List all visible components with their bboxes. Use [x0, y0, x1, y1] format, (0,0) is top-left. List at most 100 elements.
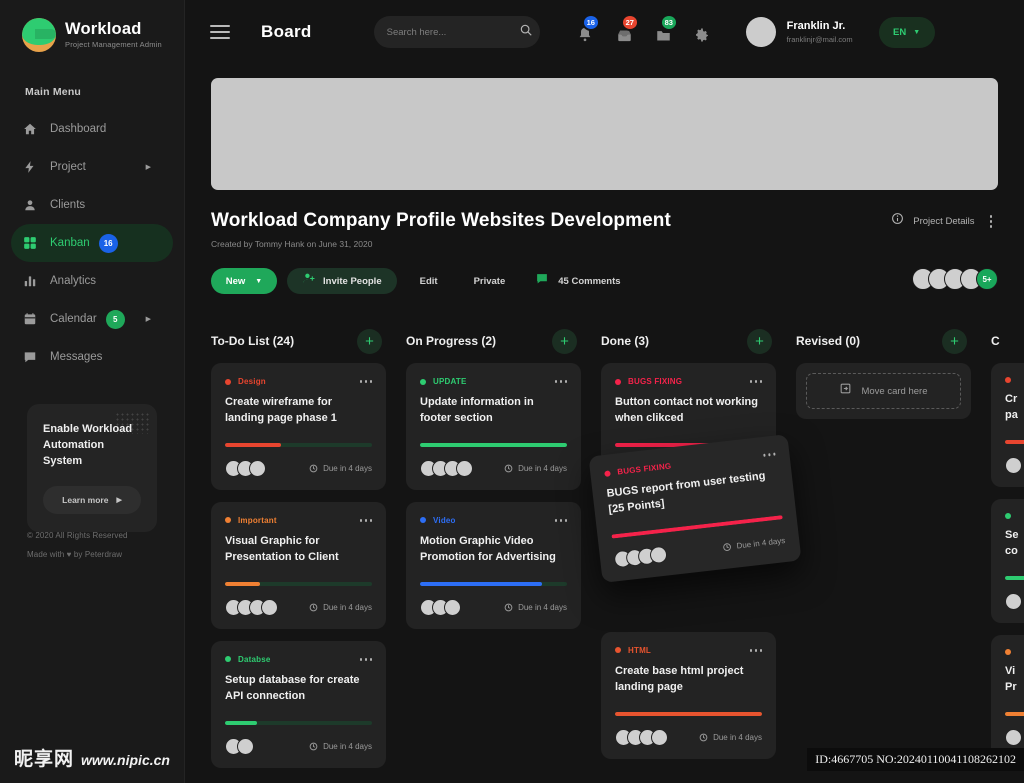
sidebar-item-messages[interactable]: Messages — [11, 338, 173, 376]
kanban-board: To-Do List (24) + Design Create wirefram… — [185, 319, 1024, 783]
avatar — [745, 17, 776, 47]
sidebar-item-kanban[interactable]: Kanban 16 — [11, 224, 173, 262]
add-card-button[interactable]: + — [747, 328, 772, 354]
project-title: Workload Company Profile Websites Develo… — [211, 210, 671, 231]
card-more-options-icon[interactable] — [744, 378, 762, 385]
chevron-right-icon: ▶ — [145, 164, 151, 171]
card-more-options-icon[interactable] — [744, 647, 762, 654]
card-title: Se co — [1005, 528, 1019, 557]
card-due: Due in 4 days — [722, 536, 786, 552]
card-more-options-icon[interactable] — [757, 451, 776, 460]
column-title: Done (3) — [601, 334, 649, 348]
grid-icon — [23, 236, 45, 250]
topbar-icons: 16 27 83 — [576, 14, 712, 43]
bell-icon[interactable]: 16 — [576, 14, 600, 43]
sidebar-item-label: Kanban — [50, 237, 90, 249]
project-subtitle: Created by Tommy Hank on June 31, 2020 — [211, 239, 373, 249]
profile-name: Franklin Jr. — [786, 20, 846, 32]
folder-icon[interactable]: 83 — [654, 14, 678, 43]
card-tag: BUGS FIXING — [616, 461, 672, 477]
new-button[interactable]: New ▼ — [211, 268, 277, 294]
dots-pattern-icon — [115, 412, 149, 434]
sidebar-item-dashboard[interactable]: Dashboard — [11, 110, 173, 148]
profile-email: franklinjr@mail.com — [786, 35, 853, 44]
add-card-button[interactable]: + — [942, 328, 967, 354]
kanban-card[interactable]: Se co — [991, 498, 1024, 623]
folder-badge: 83 — [659, 14, 678, 31]
workload-logo-icon — [22, 18, 56, 52]
info-icon[interactable] — [891, 212, 904, 230]
move-card-icon — [839, 382, 852, 400]
card-tag: BUGS FIXING — [628, 377, 683, 386]
brand-logo-block[interactable]: Workload Project Management Admin — [0, 0, 184, 52]
project-details-label[interactable]: Project Details — [913, 216, 974, 227]
tag-dot-icon — [1005, 648, 1011, 655]
invite-people-button[interactable]: Invite People — [287, 268, 397, 294]
kanban-card[interactable]: Video Motion Graphic Video Promotion for… — [406, 501, 581, 629]
kanban-card[interactable]: Design Create wireframe for landing page… — [211, 363, 386, 490]
tag-dot-icon — [604, 469, 611, 477]
kanban-card[interactable]: HTML Create base html project landing pa… — [601, 631, 776, 759]
sidebar-badge-calendar: 5 — [105, 309, 125, 329]
chat-icon — [23, 350, 45, 364]
card-tag: UPDATE — [433, 377, 467, 386]
main-content: Workload Company Profile Websites Develo… — [185, 64, 1024, 783]
kanban-card[interactable]: Databse Setup database for create API co… — [211, 640, 386, 768]
move-card-label: Move card here — [861, 385, 928, 397]
menu-toggle-button[interactable] — [210, 25, 230, 39]
add-card-button[interactable]: + — [552, 328, 577, 354]
kanban-card-dragging[interactable]: BUGS FIXING BUGS report from user testin… — [588, 434, 802, 583]
gear-icon[interactable] — [693, 21, 712, 43]
tag-dot-icon — [420, 517, 426, 524]
sidebar-footer: © 2020 All Rights Reserved Made with ♥ b… — [27, 521, 128, 559]
edit-button[interactable]: Edit — [407, 268, 451, 294]
language-label: EN — [893, 26, 907, 38]
user-profile[interactable]: Franklin Jr. franklinjr@mail.com — [745, 17, 853, 47]
tag-dot-icon — [225, 656, 231, 663]
comments-button[interactable]: 45 Comments — [535, 272, 621, 290]
kanban-card[interactable]: Cr pa — [991, 363, 1024, 487]
card-title: Setup database for create API connection — [225, 673, 360, 702]
card-more-options-icon[interactable] — [549, 378, 567, 385]
avatar-more-count[interactable]: 5+ — [976, 268, 998, 290]
language-selector[interactable]: EN ▼ — [878, 16, 935, 48]
tag-dot-icon — [420, 378, 426, 385]
kanban-card[interactable]: Vi Pr — [991, 634, 1024, 759]
card-more-options-icon[interactable] — [354, 517, 372, 524]
mail-icon[interactable]: 27 — [615, 14, 639, 43]
kanban-column-todo: To-Do List (24) + Design Create wirefram… — [211, 319, 406, 783]
search-input[interactable] — [386, 26, 519, 38]
sidebar-item-analytics[interactable]: Analytics — [11, 262, 173, 300]
private-button[interactable]: Private — [461, 268, 519, 294]
card-more-options-icon[interactable] — [354, 378, 372, 385]
search-icon[interactable] — [519, 23, 533, 42]
made-by-text: Made with ♥ by Peterdraw — [27, 550, 123, 559]
card-title: Cr pa — [1005, 393, 1018, 421]
bell-badge: 16 — [581, 14, 600, 31]
card-progress-bar — [420, 442, 567, 447]
kanban-card[interactable]: UPDATE Update information in footer sect… — [406, 363, 581, 490]
comment-icon — [535, 272, 549, 290]
add-card-button[interactable]: + — [357, 328, 382, 354]
move-card-dropzone[interactable]: Move card here — [796, 363, 971, 419]
kanban-card[interactable]: Important Visual Graphic for Presentatio… — [211, 501, 386, 629]
card-progress-bar — [420, 581, 567, 586]
sidebar-item-project[interactable]: Project ▶ — [11, 148, 173, 186]
card-title: Visual Graphic for Presentation to Clien… — [225, 534, 339, 563]
invite-people-label: Invite People — [323, 275, 382, 287]
card-avatars — [1005, 728, 1022, 746]
sidebar-item-clients[interactable]: Clients — [11, 186, 173, 224]
project-more-options-icon[interactable] — [984, 212, 999, 231]
sidebar-item-calendar[interactable]: Calendar 5 ▶ — [11, 300, 173, 338]
project-header: Workload Company Profile Websites Develo… — [211, 210, 998, 294]
topbar: Board 16 27 83 Franklin Jr. franklinjr@m… — [185, 0, 1024, 64]
search-box[interactable] — [373, 16, 540, 48]
card-due: Due in 4 days — [309, 742, 372, 751]
card-title: Create wireframe for landing page phase … — [225, 396, 337, 424]
tag-dot-icon — [615, 647, 621, 654]
card-more-options-icon[interactable] — [354, 656, 372, 663]
learn-more-button[interactable]: Learn more ▶ — [43, 485, 141, 514]
sidebar-item-label: Messages — [50, 351, 103, 363]
calendar-icon — [23, 312, 45, 326]
card-more-options-icon[interactable] — [549, 517, 567, 524]
